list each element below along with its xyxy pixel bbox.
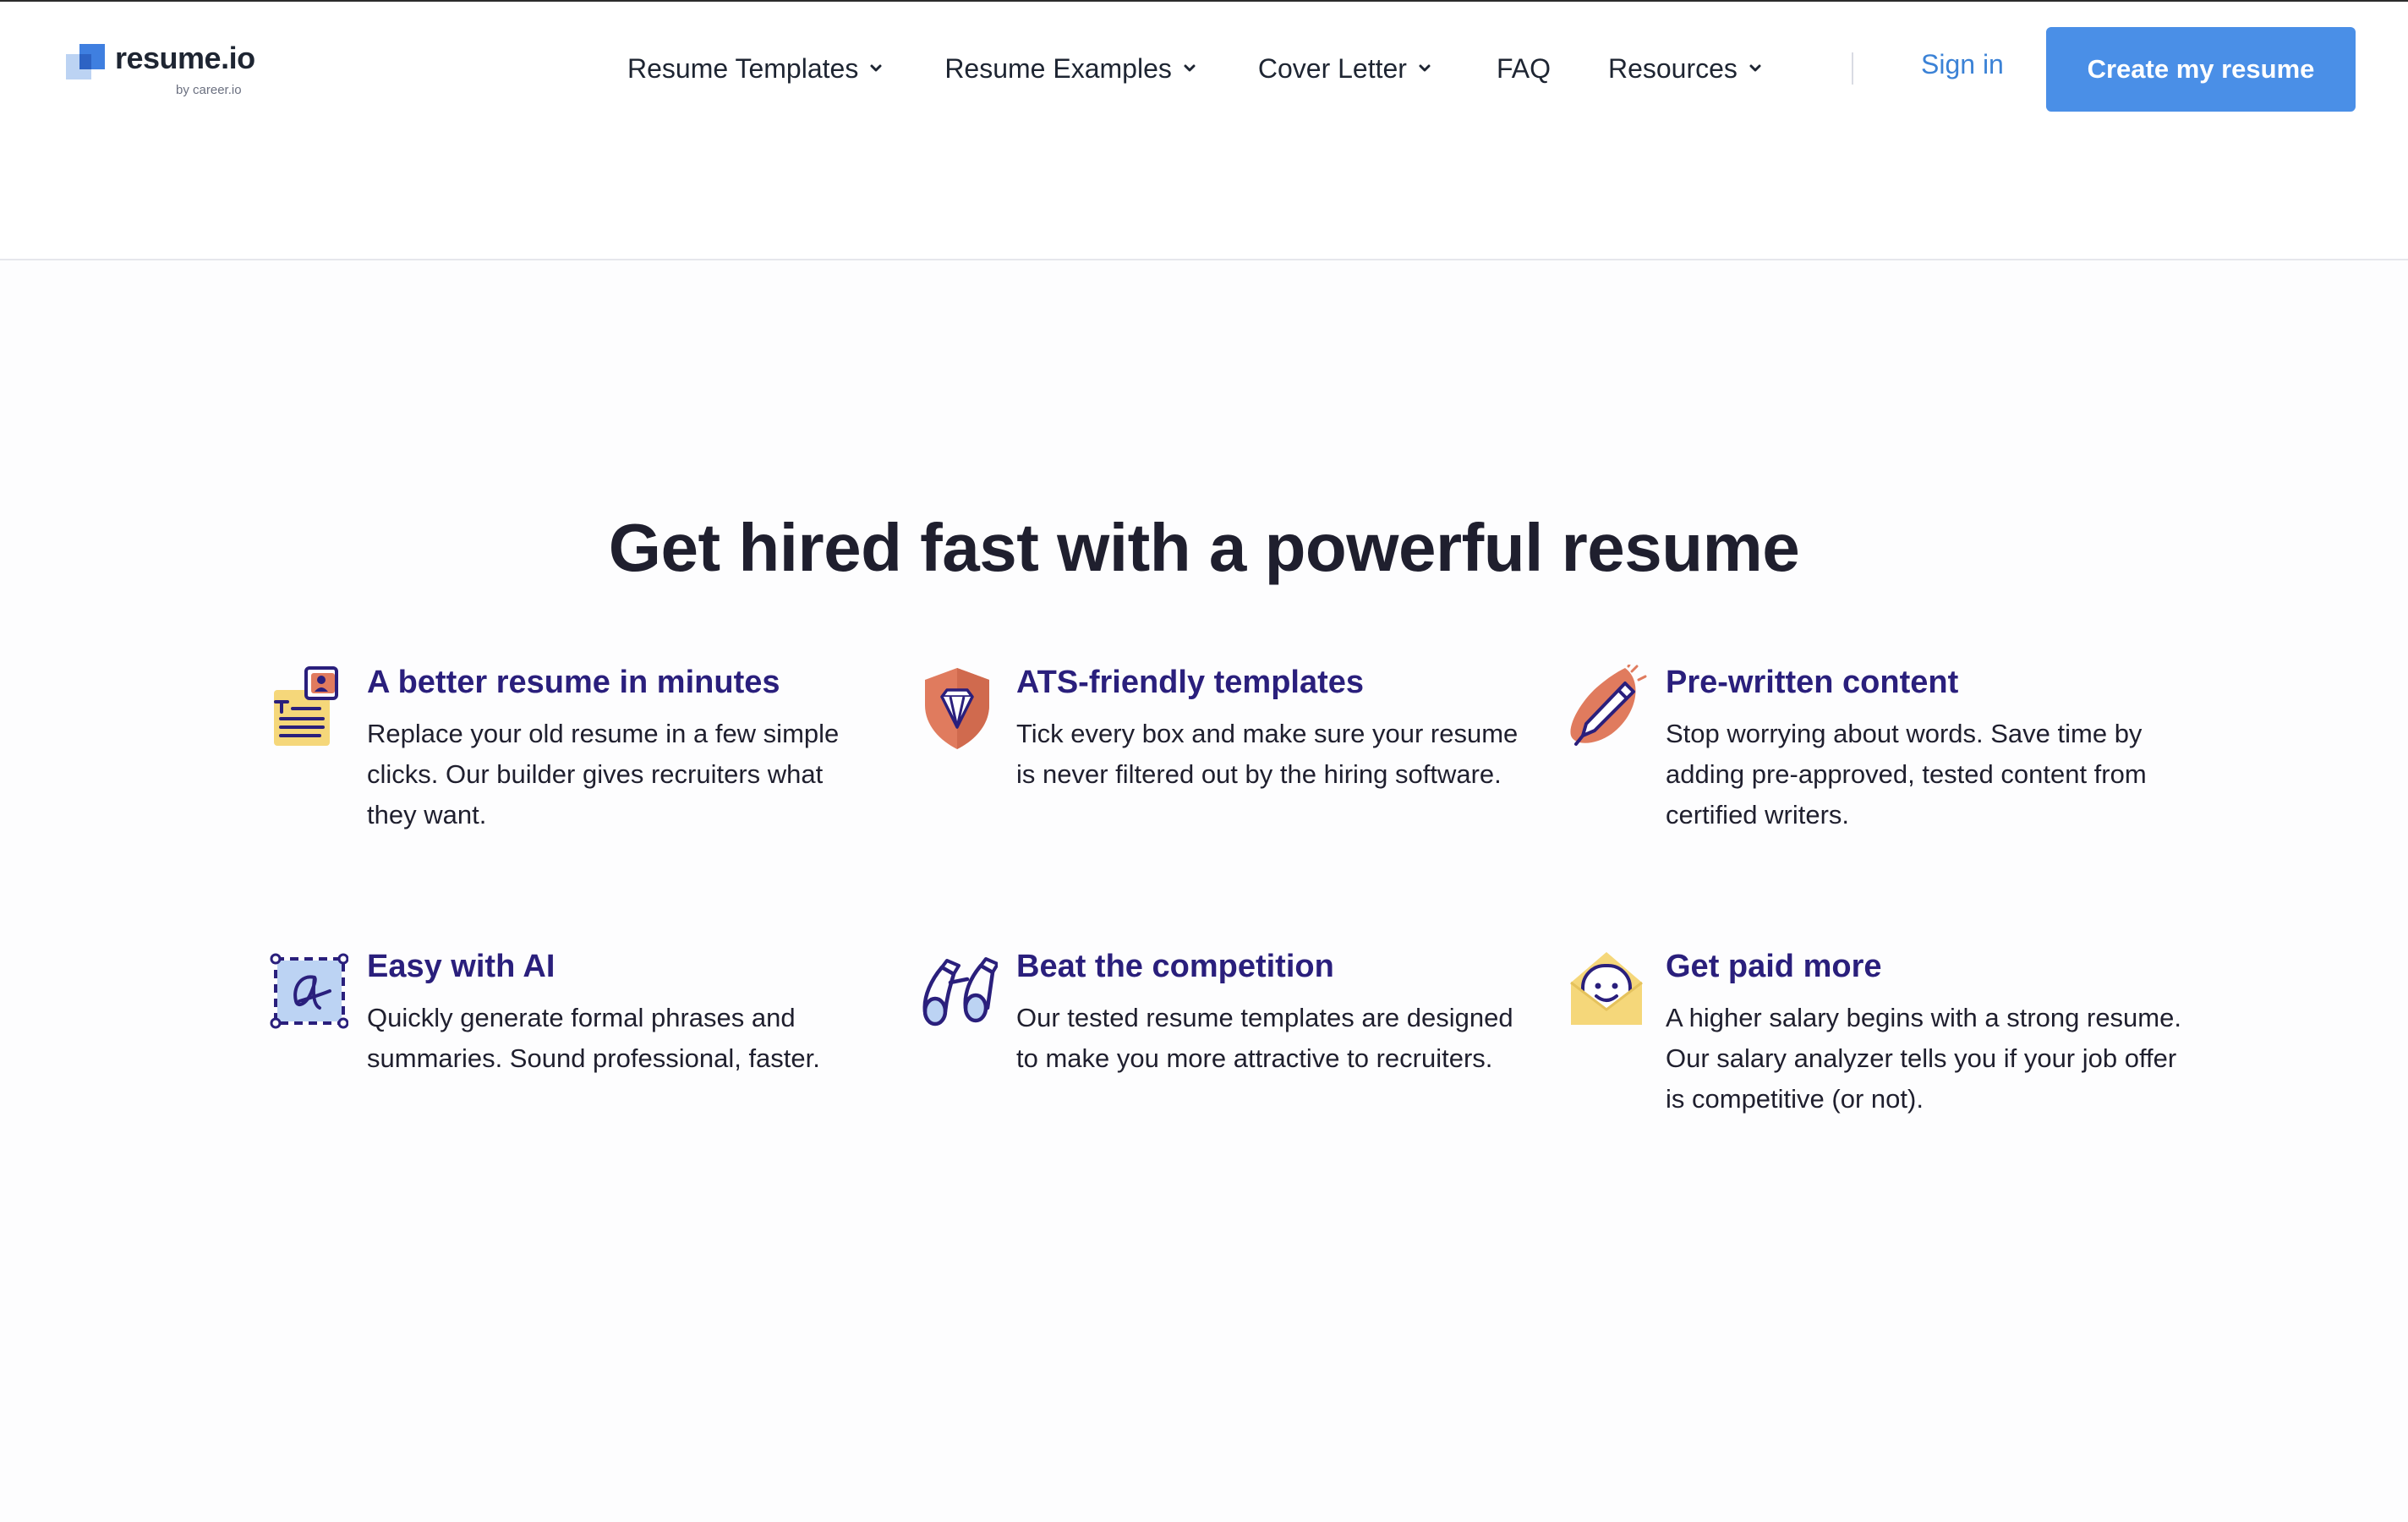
nav-label: Resume Templates [627,52,859,84]
nav-label: Resources [1607,52,1738,84]
nav-label: Cover Letter [1257,52,1407,84]
sign-in-link[interactable]: Sign in [1921,49,2004,80]
feature-description: Tick every box and make sure your resume… [1016,719,1519,789]
pen-icon [1570,665,1647,746]
logo-subtext: by career.io [176,83,242,97]
shield-diamond-icon [925,668,989,749]
feature-title: A better resume in minutes [367,665,780,700]
feature-description: Quickly generate formal phrases and summ… [367,1003,820,1073]
nav-label: Resume Examples [944,52,1172,84]
feature-title: Beat the competition [1016,949,1334,984]
feature-description: Our tested resume templates are designed… [1016,1003,1513,1073]
chevron-down-icon [1184,64,1196,72]
feature-description: Replace your old resume in a few simple … [367,719,840,829]
page-headline: Get hired fast with a powerful resume [608,509,1800,585]
feature-title: Easy with AI [367,949,555,984]
chevron-down-icon [870,64,882,72]
ai-text-icon [270,953,348,1029]
nav-faq[interactable]: FAQ [1497,53,1551,85]
nav-cover-letter[interactable]: Cover Letter [1258,53,1434,85]
nav-divider [1852,52,1853,85]
nav-resources[interactable]: Resources [1608,53,1765,85]
site-logo[interactable]: resume.io by career.io [66,41,269,105]
feature-description: A higher salary begins with a strong res… [1666,1003,2181,1114]
logo-text: resume.io [115,41,255,75]
nav-label: FAQ [1496,52,1551,84]
main-nav: Resume Templates Resume Examples Cover L… [627,49,1765,88]
logo-mark-icon [66,44,105,79]
binoculars-icon [922,957,998,1027]
nav-resume-examples[interactable]: Resume Examples [944,53,1199,85]
chevron-down-icon [1749,64,1761,72]
create-resume-button[interactable]: Create my resume [2046,27,2356,112]
feature-title: Pre-written content [1666,665,1959,700]
nav-resume-templates[interactable]: Resume Templates [627,53,885,85]
feature-description: Stop worrying about words. Save time by … [1666,719,2147,829]
chevron-down-icon [1419,64,1431,72]
site-header: resume.io by career.io Resume Templates … [0,2,2408,260]
feature-title: Get paid more [1666,949,1882,984]
feature-title: ATS-friendly templates [1016,665,1365,700]
resume-document-icon [274,666,338,746]
smiley-envelope-icon [1570,952,1643,1025]
